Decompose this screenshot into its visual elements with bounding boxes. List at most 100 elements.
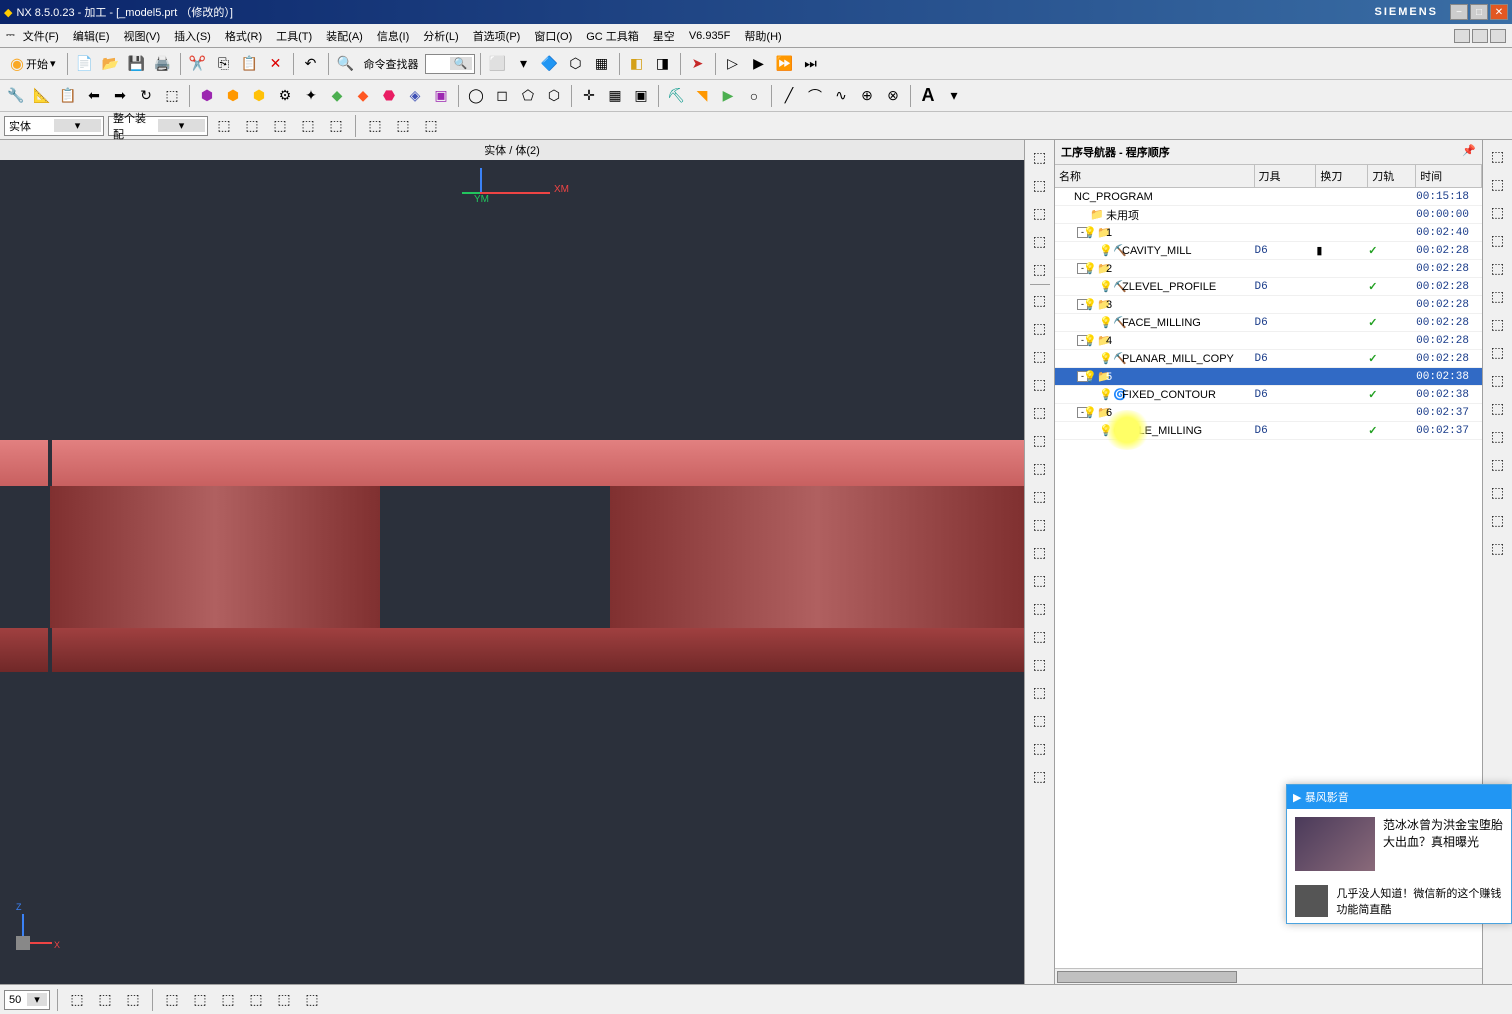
- sel7-icon[interactable]: ⬚: [391, 114, 415, 138]
- rt13-icon[interactable]: ⬚: [1486, 480, 1510, 504]
- t3-icon[interactable]: 📋: [56, 84, 80, 108]
- nav-row[interactable]: 💡⛏️CAVITY_MILLD6▮✓00:02:28: [1055, 242, 1482, 260]
- shape3-icon[interactable]: ⬠: [516, 84, 540, 108]
- col-tool[interactable]: 刀具: [1255, 165, 1317, 187]
- sb5-icon[interactable]: ⬚: [188, 988, 212, 1012]
- nav-row[interactable]: -💡📁500:02:38: [1055, 368, 1482, 386]
- sel5-icon[interactable]: ⬚: [324, 114, 348, 138]
- nav-row[interactable]: -💡📁200:02:28: [1055, 260, 1482, 278]
- menu-view[interactable]: 视图(V): [118, 26, 167, 46]
- menu-help[interactable]: 帮助(H): [738, 26, 787, 46]
- wire-icon[interactable]: ⬡: [564, 52, 588, 76]
- vtb12-icon[interactable]: ⬚: [1028, 455, 1052, 481]
- nav-hscroll[interactable]: [1055, 968, 1482, 984]
- rt7-icon[interactable]: ⬚: [1486, 312, 1510, 336]
- geom2-icon[interactable]: ⬢: [221, 84, 245, 108]
- geom9-icon[interactable]: ◈: [403, 84, 427, 108]
- shape4-icon[interactable]: ⬡: [542, 84, 566, 108]
- menu-info[interactable]: 信息(I): [371, 26, 415, 46]
- print-icon[interactable]: 🖨️: [151, 52, 175, 76]
- sb3-icon[interactable]: ⬚: [121, 988, 145, 1012]
- command-finder-input[interactable]: 🔍: [425, 54, 475, 74]
- ad-image[interactable]: [1295, 817, 1375, 871]
- filter-type-combo[interactable]: 实体▾: [4, 116, 104, 136]
- vtb1-icon[interactable]: ⬚: [1028, 144, 1052, 170]
- copy-icon[interactable]: ⎘: [212, 52, 236, 76]
- sel3-icon[interactable]: ⬚: [268, 114, 292, 138]
- command-finder-icon[interactable]: 🔍: [334, 52, 358, 76]
- t6-icon[interactable]: ↻: [134, 84, 158, 108]
- meas1-icon[interactable]: ⊕: [855, 84, 879, 108]
- shade-icon[interactable]: 🔷: [538, 52, 562, 76]
- t1-icon[interactable]: 🔧: [4, 84, 28, 108]
- vtb4-icon[interactable]: ⬚: [1028, 228, 1052, 254]
- geom1-icon[interactable]: ⬢: [195, 84, 219, 108]
- sel8-icon[interactable]: ⬚: [419, 114, 443, 138]
- rt14-icon[interactable]: ⬚: [1486, 508, 1510, 532]
- meas2-icon[interactable]: ⊗: [881, 84, 905, 108]
- mdi-max-button[interactable]: [1472, 29, 1488, 43]
- layer-icon[interactable]: ◧: [625, 52, 649, 76]
- rt3-icon[interactable]: ⬚: [1486, 200, 1510, 224]
- vtb18-icon[interactable]: ⬚: [1028, 623, 1052, 649]
- grid-icon[interactable]: ▦: [603, 84, 627, 108]
- cut-icon[interactable]: ✂️: [186, 52, 210, 76]
- status-value[interactable]: 50▾: [4, 990, 50, 1010]
- snap-icon[interactable]: ▣: [629, 84, 653, 108]
- nav-row[interactable]: 💡⛏️FACE_MILLINGD6✓00:02:28: [1055, 314, 1482, 332]
- menu-analysis[interactable]: 分析(L): [417, 26, 464, 46]
- filter-scope-combo[interactable]: 整个装配▾: [108, 116, 208, 136]
- op3-icon[interactable]: ⏩: [773, 52, 797, 76]
- mill3-icon[interactable]: ▶: [716, 84, 740, 108]
- menu-edit[interactable]: 编辑(E): [67, 26, 116, 46]
- save-icon[interactable]: 💾: [125, 52, 149, 76]
- col-name[interactable]: 名称: [1055, 165, 1255, 187]
- vtb23-icon[interactable]: ⬚: [1028, 763, 1052, 789]
- sel6-icon[interactable]: ⬚: [363, 114, 387, 138]
- rt4-icon[interactable]: ⬚: [1486, 228, 1510, 252]
- curve-icon[interactable]: ∿: [829, 84, 853, 108]
- col-path[interactable]: 刀轨: [1368, 165, 1416, 187]
- mill2-icon[interactable]: ◥: [690, 84, 714, 108]
- vtb10-icon[interactable]: ⬚: [1028, 399, 1052, 425]
- paste-icon[interactable]: 📋: [238, 52, 262, 76]
- vtb19-icon[interactable]: ⬚: [1028, 651, 1052, 677]
- mill4-icon[interactable]: ○: [742, 84, 766, 108]
- geom7-icon[interactable]: ◆: [351, 84, 375, 108]
- close-button[interactable]: ✕: [1490, 4, 1508, 20]
- shape1-icon[interactable]: ◯: [464, 84, 488, 108]
- vtb22-icon[interactable]: ⬚: [1028, 735, 1052, 761]
- geom10-icon[interactable]: ▣: [429, 84, 453, 108]
- nav-row[interactable]: 💡🌀FIXED_CONTOURD6✓00:02:38: [1055, 386, 1482, 404]
- t2-icon[interactable]: 📐: [30, 84, 54, 108]
- sb1-icon[interactable]: ⬚: [65, 988, 89, 1012]
- op4-icon[interactable]: ⏭: [799, 52, 823, 76]
- rt15-icon[interactable]: ⬚: [1486, 536, 1510, 560]
- sb2-icon[interactable]: ⬚: [93, 988, 117, 1012]
- ad-thumb[interactable]: [1295, 885, 1328, 917]
- mdi-min-button[interactable]: [1454, 29, 1470, 43]
- op1-icon[interactable]: ▷: [721, 52, 745, 76]
- vtb2-icon[interactable]: ⬚: [1028, 172, 1052, 198]
- layer2-icon[interactable]: ◨: [651, 52, 675, 76]
- mill1-icon[interactable]: ⛏: [664, 84, 688, 108]
- nav-row[interactable]: -💡📁600:02:37: [1055, 404, 1482, 422]
- rt5-icon[interactable]: ⬚: [1486, 256, 1510, 280]
- vtb17-icon[interactable]: ⬚: [1028, 595, 1052, 621]
- t4-icon[interactable]: ⬅: [82, 84, 106, 108]
- menu-star[interactable]: 星空: [647, 26, 681, 46]
- new-icon[interactable]: 📄: [73, 52, 97, 76]
- col-change[interactable]: 换刀: [1316, 165, 1368, 187]
- nav-row[interactable]: NC_PROGRAM00:15:18: [1055, 188, 1482, 206]
- undo-icon[interactable]: ↶: [299, 52, 323, 76]
- menu-tools[interactable]: 工具(T): [270, 26, 318, 46]
- sb7-icon[interactable]: ⬚: [244, 988, 268, 1012]
- vtb14-icon[interactable]: ⬚: [1028, 511, 1052, 537]
- mdi-close-button[interactable]: [1490, 29, 1506, 43]
- nav-row[interactable]: 💡🔘HOLE_MILLINGD6✓00:02:37: [1055, 422, 1482, 440]
- vtb3-icon[interactable]: ⬚: [1028, 200, 1052, 226]
- vtb5-icon[interactable]: ⬚: [1028, 256, 1052, 282]
- pin-icon[interactable]: 📌: [1462, 144, 1476, 160]
- rt2-icon[interactable]: ⬚: [1486, 172, 1510, 196]
- nav-row[interactable]: -💡📁400:02:28: [1055, 332, 1482, 350]
